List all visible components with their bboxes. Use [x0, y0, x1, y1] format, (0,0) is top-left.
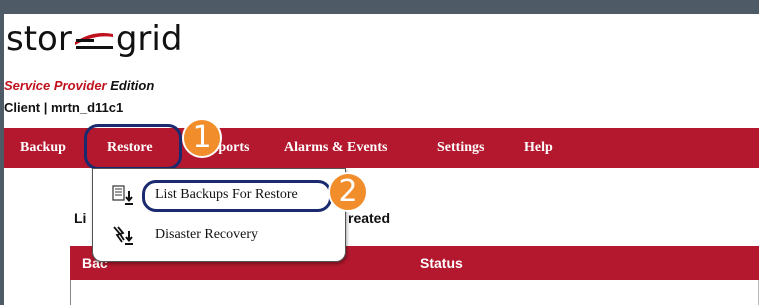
- edition-main: Service Provider: [4, 78, 107, 93]
- client-label: Client | mrtn_d11c1: [4, 100, 124, 115]
- nav-alarms-events[interactable]: Alarms & Events: [284, 140, 387, 156]
- edition-suffix: Edition: [110, 78, 155, 93]
- menu-item-disaster-recovery[interactable]: Disaster Recovery: [93, 219, 345, 253]
- menu-item-list-backups-for-restore[interactable]: List Backups For Restore: [93, 179, 345, 213]
- application-window: stor grid Service Provider Edition Clien…: [4, 14, 759, 305]
- nav-help[interactable]: Help: [524, 140, 553, 156]
- nav-settings[interactable]: Settings: [437, 140, 484, 156]
- menu-item-label: List Backups For Restore: [155, 187, 298, 202]
- logo-swoosh-icon: [74, 33, 113, 49]
- disaster-recovery-icon: [113, 226, 133, 245]
- nav-backup[interactable]: Backup: [20, 140, 66, 156]
- section-title-left: Li: [74, 210, 87, 226]
- storegrid-logo: stor grid: [6, 16, 182, 62]
- list-restore-icon: [112, 185, 133, 205]
- section-title-right: reated: [348, 210, 391, 226]
- logo-text-left: stor: [6, 19, 72, 59]
- step-1-callout: 1: [182, 118, 222, 158]
- backups-table-body: [70, 280, 759, 305]
- main-navbar: Backup Restore Reports Alarms & Events S…: [4, 128, 759, 168]
- restore-dropdown-menu: List Backups For Restore Disaster Recove…: [92, 168, 346, 262]
- edition-label: Service Provider Edition: [4, 78, 154, 93]
- nav-restore[interactable]: Restore: [107, 140, 153, 156]
- logo-text-right: grid: [115, 19, 183, 59]
- menu-item-label: Disaster Recovery: [155, 227, 259, 242]
- column-header-status[interactable]: Status: [420, 255, 463, 271]
- step-2-callout: 2: [328, 172, 368, 212]
